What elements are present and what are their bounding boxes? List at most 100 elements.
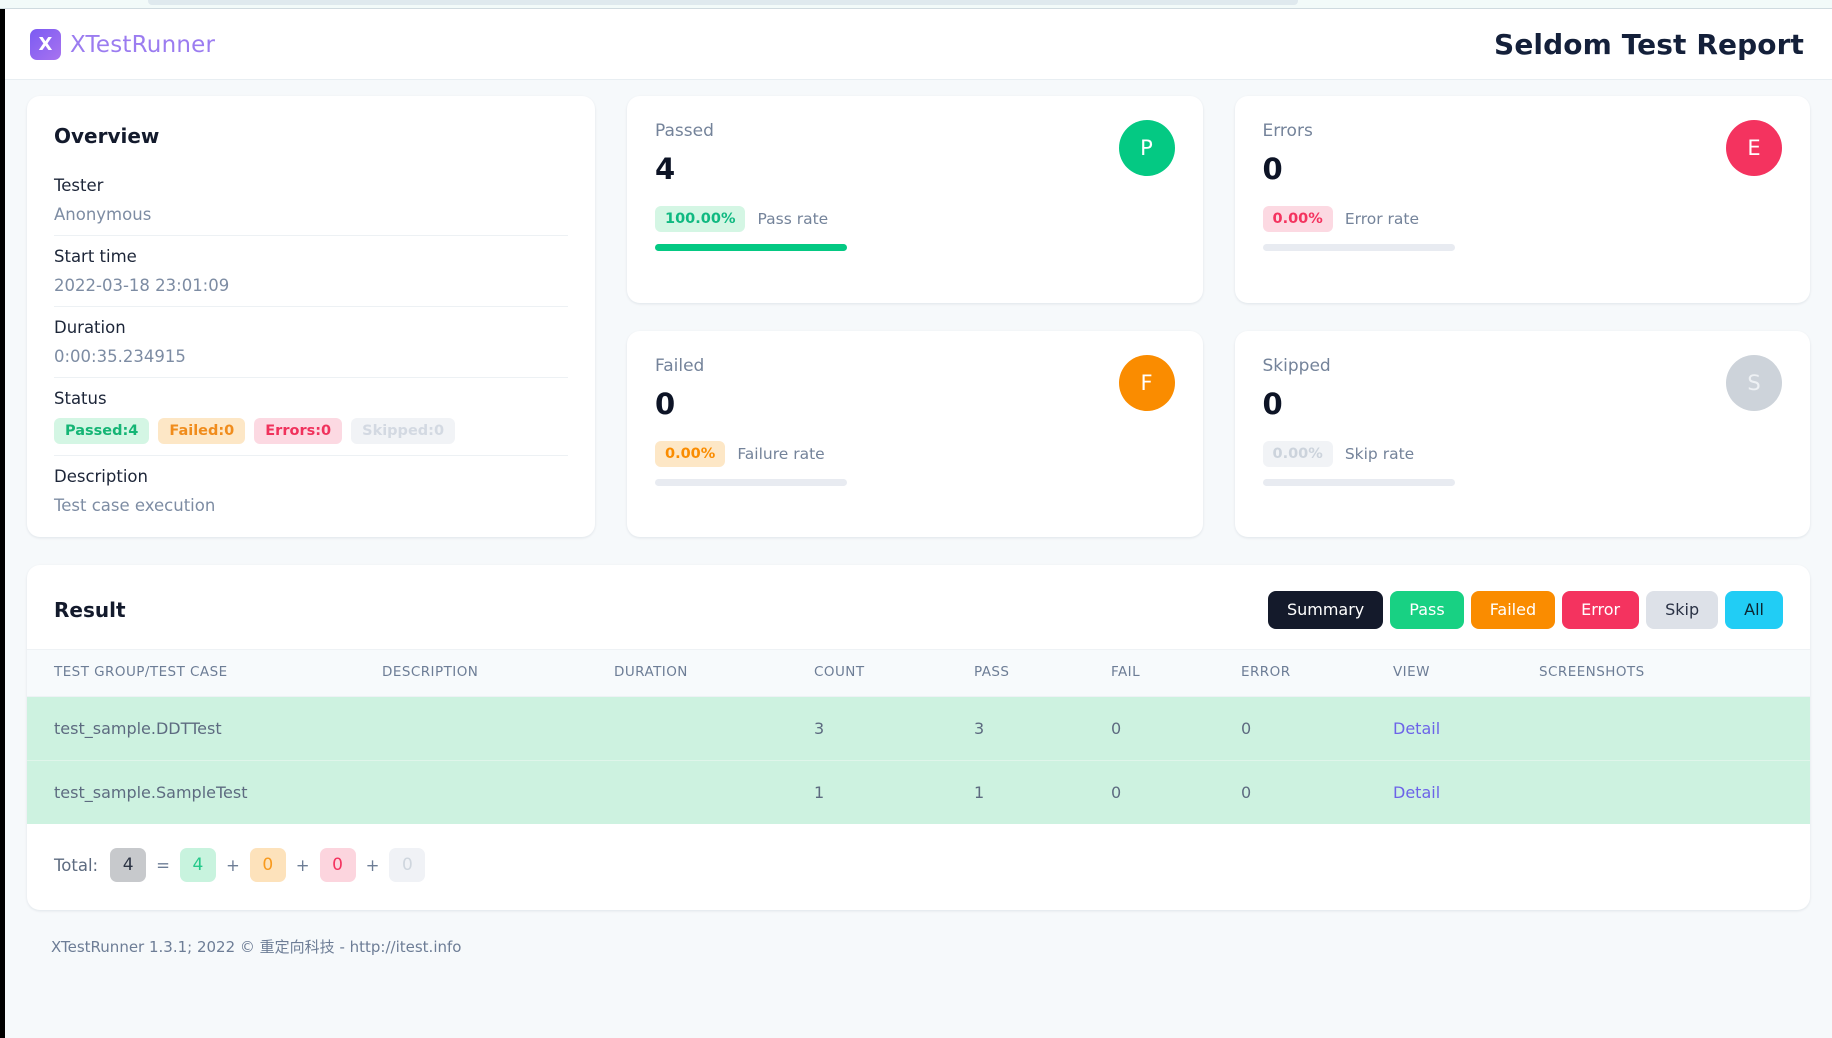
- brand-name: XTestRunner: [70, 31, 216, 58]
- stat-card-failed: Failed 0 0.00% Failure rate F: [627, 330, 1203, 537]
- row-fail: 0: [1111, 760, 1241, 824]
- errors-count: 0: [1262, 152, 1283, 186]
- filter-error-button[interactable]: Error: [1562, 591, 1640, 629]
- start-time-label: Start time: [54, 247, 137, 266]
- overview-card: Overview Tester Anonymous Start time 202…: [27, 96, 595, 537]
- result-header: Result Summary Pass Failed Error Skip Al…: [27, 565, 1810, 649]
- stat-card-skipped: Skipped 0 0.00% Skip rate S: [1234, 330, 1810, 537]
- status-badge-errors: Errors:0: [254, 418, 343, 444]
- errors-rate-value: 0.00%: [1262, 206, 1333, 232]
- brand[interactable]: X XTestRunner: [30, 29, 215, 60]
- skipped-count: 0: [1262, 386, 1283, 421]
- totals-row: Total: 4 = 4 + 0 + 0 + 0: [27, 824, 1810, 882]
- skipped-rate-line: 0.00% Skip rate: [1262, 440, 1783, 467]
- filter-all-button[interactable]: All: [1725, 591, 1783, 629]
- row-screenshots: [1539, 696, 1810, 761]
- passed-progress-fill: [655, 244, 847, 251]
- total-fail-chip: 0: [249, 848, 286, 882]
- col-screenshots[interactable]: SCREENSHOTS: [1539, 649, 1810, 697]
- failed-count: 0: [655, 386, 676, 421]
- row-fail: 0: [1111, 696, 1241, 761]
- stat-card-errors: Errors 0 0.00% Error rate E: [1234, 96, 1810, 303]
- total-skip-chip: 0: [389, 848, 426, 882]
- description-value: Test case execution: [54, 496, 216, 515]
- results-table-body: test_sample.DDTTest 3 3 0 0 Detail test_…: [27, 696, 1810, 824]
- passed-rate-value: 100.00%: [655, 206, 746, 232]
- col-fail[interactable]: FAIL: [1111, 649, 1241, 697]
- filter-failed-button[interactable]: Failed: [1470, 591, 1556, 629]
- failed-rate-value: 0.00%: [655, 440, 726, 467]
- filter-pass-button[interactable]: Pass: [1390, 591, 1464, 629]
- table-header-row: TEST GROUP/TEST CASE DESCRIPTION DURATIO…: [27, 649, 1810, 697]
- plus-operator-3: +: [365, 855, 380, 875]
- passed-count: 4: [655, 152, 676, 186]
- errors-rate-label: Error rate: [1344, 210, 1420, 228]
- passed-rate-label: Pass rate: [757, 210, 829, 228]
- plus-operator-1: +: [225, 855, 240, 875]
- failed-badge-icon: F: [1118, 354, 1175, 411]
- summary-grid: Overview Tester Anonymous Start time 202…: [27, 96, 1810, 537]
- results-table-head: TEST GROUP/TEST CASE DESCRIPTION DURATIO…: [27, 649, 1810, 697]
- status-label: Status: [54, 389, 107, 408]
- page-title: Seldom Test Report: [1494, 28, 1804, 61]
- passed-rate-line: 100.00% Pass rate: [655, 206, 1175, 232]
- table-row[interactable]: test_sample.DDTTest 3 3 0 0 Detail: [27, 696, 1810, 761]
- duration-value: 0:00:35.234915: [54, 347, 186, 366]
- skipped-rate-label: Skip rate: [1344, 444, 1415, 463]
- col-pass[interactable]: PASS: [974, 649, 1111, 697]
- results-table: TEST GROUP/TEST CASE DESCRIPTION DURATIO…: [27, 649, 1810, 824]
- filter-skip-button[interactable]: Skip: [1646, 591, 1719, 629]
- row-name: test_sample.SampleTest: [27, 760, 382, 824]
- row-error: 0: [1241, 760, 1393, 824]
- row-duration: [614, 696, 814, 761]
- overview-row-start-time: Start time 2022-03-18 23:01:09: [54, 247, 568, 307]
- row-count: 3: [814, 696, 974, 761]
- page-footer: XTestRunner 1.3.1; 2022 © 重定向科技 - http:/…: [51, 938, 462, 956]
- status-badge-skipped: Skipped:0: [351, 418, 456, 444]
- errors-title: Errors: [1262, 121, 1313, 141]
- filter-summary-button[interactable]: Summary: [1267, 591, 1384, 629]
- filter-button-group: Summary Pass Failed Error Skip All: [1267, 591, 1783, 629]
- row-view: Detail: [1393, 696, 1539, 761]
- errors-badge-icon: E: [1726, 120, 1782, 176]
- col-count[interactable]: COUNT: [814, 649, 974, 697]
- xtestrunner-logo-icon: X: [30, 29, 61, 60]
- duration-label: Duration: [54, 318, 126, 337]
- tester-label: Tester: [54, 176, 104, 195]
- table-row[interactable]: test_sample.SampleTest 1 1 0 0 Detail: [27, 760, 1810, 824]
- equals-operator: =: [156, 855, 170, 875]
- start-time-value: 2022-03-18 23:01:09: [54, 276, 230, 295]
- page-header: X XTestRunner Seldom Test Report: [5, 10, 1832, 80]
- content-area: Overview Tester Anonymous Start time 202…: [5, 80, 1832, 957]
- col-duration[interactable]: DURATION: [614, 649, 814, 697]
- total-error-chip: 0: [319, 848, 356, 882]
- overview-row-description: Description Test case execution: [54, 467, 568, 515]
- row-view: Detail: [1393, 760, 1539, 824]
- row-screenshots: [1539, 760, 1810, 824]
- row-description: [382, 760, 614, 824]
- failed-progress-track: [655, 478, 847, 486]
- status-badge-passed: Passed:4: [54, 418, 150, 444]
- overview-heading: Overview: [54, 124, 160, 148]
- col-view[interactable]: VIEW: [1393, 649, 1539, 697]
- row-pass: 1: [974, 760, 1111, 824]
- col-test-group[interactable]: TEST GROUP/TEST CASE: [27, 649, 382, 697]
- browser-tab-strip: [148, 0, 1298, 5]
- skipped-rate-value: 0.00%: [1262, 440, 1333, 467]
- browser-chrome-sliver: [0, 0, 1832, 9]
- passed-badge-icon: P: [1118, 120, 1175, 176]
- result-card: Result Summary Pass Failed Error Skip Al…: [27, 565, 1810, 910]
- col-description[interactable]: DESCRIPTION: [382, 649, 614, 697]
- report-page: X XTestRunner Seldom Test Report Overvie…: [5, 10, 1832, 1038]
- description-label: Description: [54, 467, 148, 486]
- total-label: Total:: [54, 855, 99, 875]
- total-count-chip: 4: [110, 848, 147, 882]
- col-error[interactable]: ERROR: [1241, 649, 1393, 697]
- detail-link[interactable]: Detail: [1393, 719, 1440, 738]
- detail-link[interactable]: Detail: [1393, 783, 1440, 802]
- row-pass: 3: [974, 696, 1111, 761]
- row-description: [382, 696, 614, 761]
- stat-card-passed: Passed 4 100.00% Pass rate P: [627, 96, 1203, 303]
- failed-rate-label: Failure rate: [737, 444, 825, 463]
- overview-row-tester: Tester Anonymous: [54, 176, 568, 236]
